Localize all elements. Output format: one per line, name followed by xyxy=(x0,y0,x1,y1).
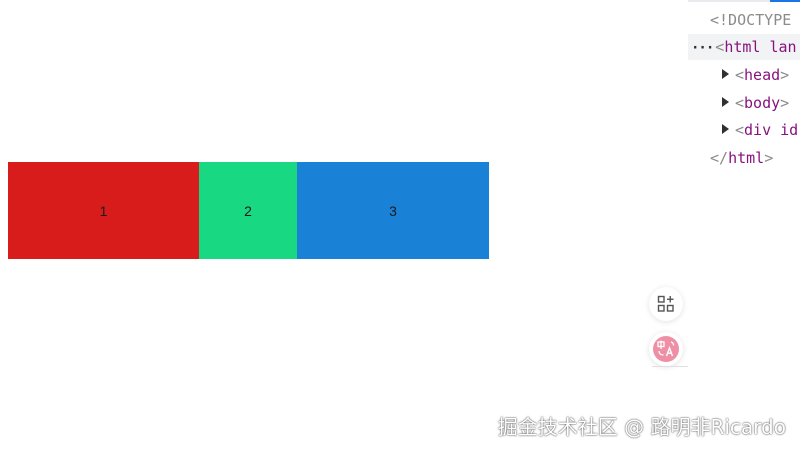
translate-button[interactable] xyxy=(649,332,683,366)
translate-badge xyxy=(653,336,679,362)
watermark: 掘金技术社区 @ 路明非Ricardo xyxy=(497,415,786,439)
tag-name: html xyxy=(728,149,765,167)
dom-node-doctype[interactable]: <!DOCTYPE xyxy=(688,7,800,33)
tag-name: head xyxy=(744,66,781,84)
tag-name: body xyxy=(744,94,781,112)
flex-item-3-label: 3 xyxy=(389,202,397,219)
devtools-topbar-accent xyxy=(770,0,800,2)
tag-name: div xyxy=(744,121,772,139)
expand-triangle-icon[interactable] xyxy=(722,123,729,134)
grid-plus-icon xyxy=(657,295,674,312)
ellipsis-icon[interactable]: ··· xyxy=(691,35,714,61)
fab-divider xyxy=(652,366,688,367)
flex-item-1: 1 xyxy=(8,162,199,259)
devtools-topbar xyxy=(688,0,800,2)
flex-container: 1 2 3 xyxy=(8,162,489,259)
dom-node-html[interactable]: ··· <html lan xyxy=(688,34,800,60)
flex-item-3: 3 xyxy=(297,162,489,259)
devtools-elements-panel: <!DOCTYPE ··· <html lan <head> <body> <di… xyxy=(688,0,800,176)
flex-item-2: 2 xyxy=(199,162,297,259)
expand-triangle-icon[interactable] xyxy=(722,68,729,79)
tag-name: html xyxy=(724,38,761,56)
dom-node-body[interactable]: <body> xyxy=(688,90,800,116)
flex-item-2-label: 2 xyxy=(244,202,252,219)
expand-triangle-icon[interactable] xyxy=(722,96,729,107)
translate-icon xyxy=(657,340,675,357)
dom-node-html-close[interactable]: </html> xyxy=(688,145,800,171)
page-viewport: 1 2 3 xyxy=(0,0,688,450)
flex-item-1-label: 1 xyxy=(99,202,108,219)
dom-node-div[interactable]: <div id xyxy=(688,117,800,143)
doctype-text: <!DOCTYPE xyxy=(710,11,792,29)
grid-plus-button[interactable] xyxy=(649,287,683,321)
dom-node-head[interactable]: <head> xyxy=(688,62,800,88)
